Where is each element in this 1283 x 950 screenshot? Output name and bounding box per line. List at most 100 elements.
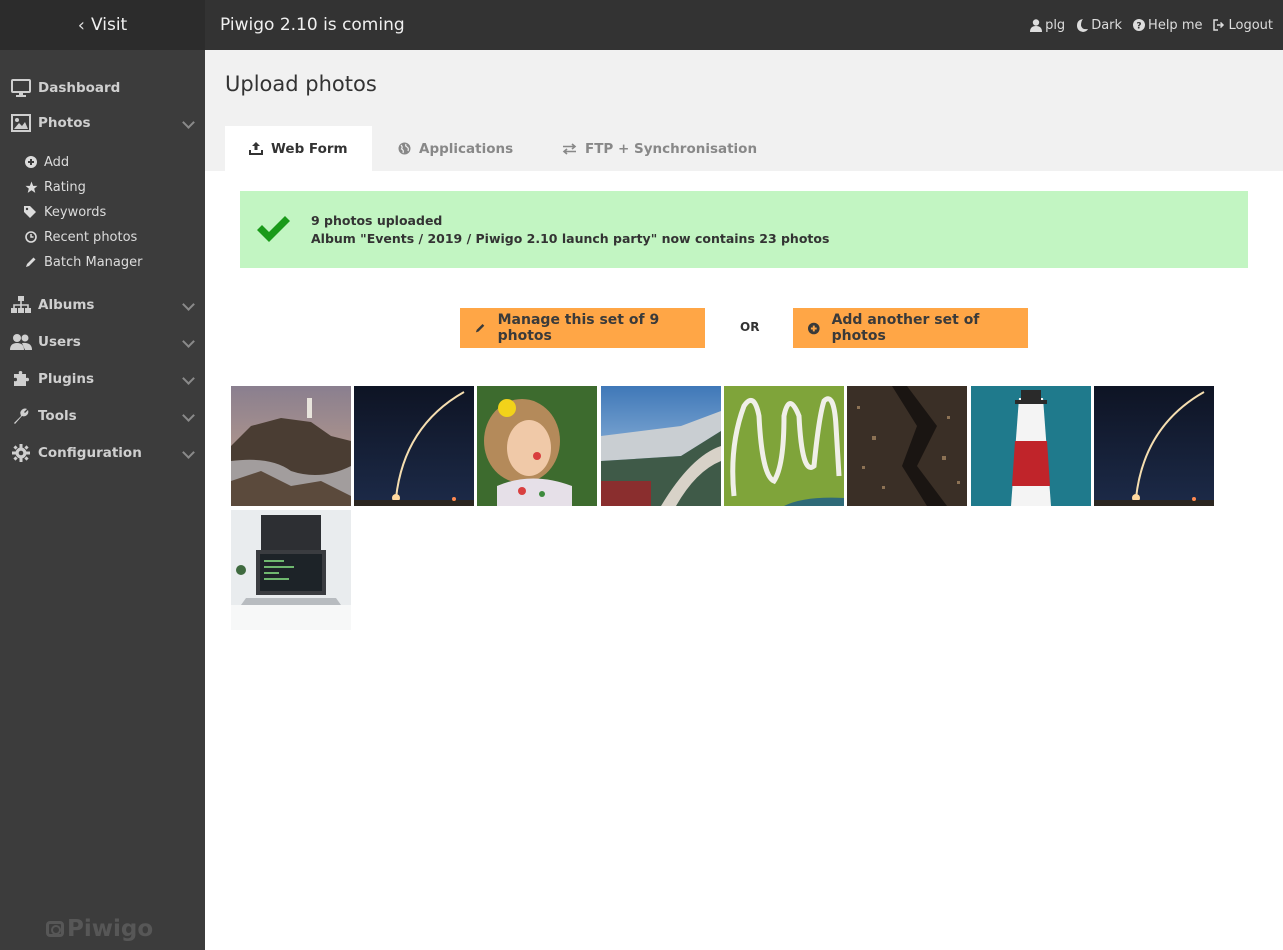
gallery-title[interactable]: Piwigo 2.10 is coming [220, 15, 405, 35]
sub-item-batch-manager[interactable]: Batch Manager [0, 251, 205, 273]
piwigo-logo: Piwigo [46, 916, 153, 942]
tab-applications[interactable]: Applications [398, 126, 513, 171]
or-separator: OR [740, 320, 760, 334]
menu-label-dashboard: Dashboard [38, 80, 121, 96]
photo-thumbnail[interactable] [724, 386, 844, 506]
menu-label-tools: Tools [38, 408, 77, 424]
sub-label-add: Add [44, 154, 70, 170]
tab-ftp-sync[interactable]: FTP + Synchronisation [562, 126, 757, 171]
clock-icon [24, 230, 38, 244]
chevron-down-icon [182, 409, 195, 422]
sub-label-batch: Batch Manager [44, 254, 143, 270]
manage-set-button[interactable]: Manage this set of 9 photos [460, 308, 705, 348]
tab-label-ftp: FTP + Synchronisation [585, 140, 758, 157]
visit-label: Visit [90, 15, 128, 35]
photo-thumbnail[interactable] [601, 386, 721, 506]
menu-item-configuration[interactable]: Configuration [0, 439, 205, 467]
user-icon [1030, 18, 1043, 32]
sub-item-keywords[interactable]: Keywords [0, 201, 205, 223]
help-label: Help me [1148, 17, 1203, 33]
success-line-album: Album "Events / 2019 / Piwigo 2.10 launc… [311, 230, 830, 246]
tab-label-applications: Applications [419, 140, 514, 157]
image-icon [10, 113, 32, 133]
photo-thumbnail[interactable] [354, 386, 474, 506]
puzzle-icon [10, 369, 32, 389]
checkmark-icon [257, 215, 290, 242]
moon-icon [1077, 18, 1089, 32]
menu-label-plugins: Plugins [38, 371, 95, 387]
plus-circle-icon [808, 322, 820, 334]
tab-web-form[interactable]: Web Form [225, 126, 372, 171]
tab-label-web-form: Web Form [271, 140, 348, 157]
logout-icon [1213, 19, 1225, 31]
red-lighthouse-image [971, 386, 1091, 506]
star-icon [24, 180, 38, 194]
sidebar: ‹ Visit Dashboard Photos Add Rating Keyw… [0, 0, 205, 950]
wrench-icon [10, 406, 32, 426]
chevron-down-icon [182, 116, 195, 129]
tags-icon [24, 205, 38, 219]
success-line-count: 9 photos uploaded [311, 212, 443, 228]
manage-set-label: Manage this set of 9 photos [497, 312, 660, 344]
plus-circle-icon [24, 155, 38, 169]
menu-label-users: Users [38, 334, 81, 350]
menu-item-photos[interactable]: Photos [0, 109, 205, 137]
photo-thumbnail[interactable] [231, 386, 351, 506]
sub-item-add[interactable]: Add [0, 151, 205, 173]
sub-label-rating: Rating [44, 179, 86, 195]
chevron-down-icon [182, 335, 195, 348]
photo-thumbnail[interactable] [1094, 386, 1214, 506]
pencil-icon [475, 324, 485, 333]
chevron-down-icon [182, 446, 195, 459]
globe-icon [398, 142, 411, 155]
child-face-paint-image [477, 386, 597, 506]
pencil-icon [24, 255, 38, 269]
help-link[interactable]: ? Help me [1133, 18, 1202, 33]
add-another-set-button[interactable]: Add another set of photos [793, 308, 1028, 348]
page-title: Upload photos [225, 72, 377, 96]
photo-thumbnail[interactable] [971, 386, 1091, 506]
modern-building-image [601, 386, 721, 506]
photo-thumbnail[interactable] [847, 386, 967, 506]
rocket-launch-image [1094, 386, 1214, 506]
user-link[interactable]: plg [1030, 18, 1065, 33]
exchange-icon [562, 142, 577, 155]
theme-label: Dark [1091, 17, 1123, 33]
topbar: Piwigo 2.10 is coming plg Dark ? Help me… [205, 0, 1283, 50]
menu-label-configuration: Configuration [38, 445, 142, 461]
user-name: plg [1045, 17, 1066, 33]
city-aerial-night-image [847, 386, 967, 506]
logout-link[interactable]: Logout [1213, 18, 1273, 33]
lighthouse-cliffs-image [231, 386, 351, 506]
menu-item-tools[interactable]: Tools [0, 402, 205, 430]
chevron-left-icon: ‹ [77, 14, 85, 36]
brand-label: Piwigo [67, 916, 154, 942]
chevron-down-icon [182, 298, 195, 311]
menu-item-albums[interactable]: Albums [0, 291, 205, 319]
page-header: Upload photos Web Form Applications FTP … [205, 50, 1283, 171]
photo-thumbnail[interactable] [477, 386, 597, 506]
sub-label-recent: Recent photos [44, 229, 138, 245]
monitor-icon [10, 78, 32, 98]
gear-icon [10, 443, 32, 463]
dark-theme-link[interactable]: Dark [1076, 18, 1122, 33]
sitemap-icon [10, 295, 32, 315]
sub-item-recent-photos[interactable]: Recent photos [0, 226, 205, 248]
visit-link[interactable]: ‹ Visit [0, 0, 205, 50]
sub-label-keywords: Keywords [44, 204, 107, 220]
upload-success-message: 9 photos uploaded Album "Events / 2019 /… [240, 191, 1248, 268]
laptop-desk-image [231, 510, 351, 630]
photo-thumbnail[interactable] [231, 510, 351, 630]
topbar-actions: plg Dark ? Help me Logout [1019, 0, 1273, 50]
menu-item-plugins[interactable]: Plugins [0, 365, 205, 393]
rocket-launch-image [354, 386, 474, 506]
question-circle-icon: ? [1133, 19, 1146, 32]
svg-text:?: ? [1136, 22, 1141, 32]
menu-label-photos: Photos [38, 115, 91, 131]
success-text: 9 photos uploaded Album "Events / 2019 /… [311, 212, 829, 248]
sub-item-rating[interactable]: Rating [0, 176, 205, 198]
menu-item-users[interactable]: Users [0, 328, 205, 356]
upload-icon [249, 142, 263, 155]
menu-item-dashboard[interactable]: Dashboard [0, 74, 205, 102]
logout-label: Logout [1228, 17, 1273, 33]
